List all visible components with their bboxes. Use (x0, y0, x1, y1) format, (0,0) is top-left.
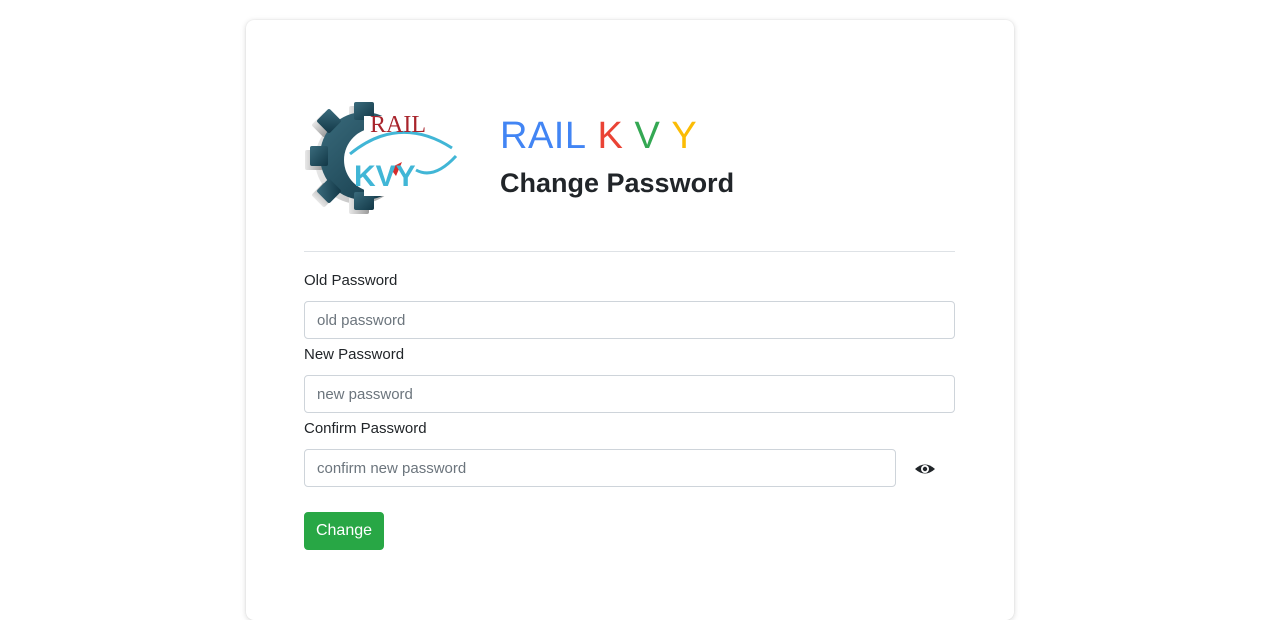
old-password-input[interactable] (304, 301, 955, 339)
change-button[interactable]: Change (304, 512, 384, 550)
gear-logo-icon: RAIL KVY (305, 102, 460, 214)
svg-text:KVY: KVY (354, 160, 416, 193)
page-title: Change Password (500, 168, 735, 198)
eye-icon[interactable] (914, 460, 936, 478)
svg-text:RAIL: RAIL (370, 112, 426, 138)
brand-part-y: Y (671, 115, 698, 157)
brand-part-v: V (634, 115, 661, 157)
brand-part-rail: RAIL (500, 115, 587, 157)
header-divider (304, 251, 955, 252)
brand-part-k: K (597, 115, 624, 157)
rail-kvy-logo: RAIL KVY (304, 96, 460, 220)
new-password-label: New Password (304, 346, 405, 363)
new-password-input[interactable] (304, 375, 955, 413)
confirm-password-input[interactable] (304, 449, 896, 487)
old-password-label: Old Password (304, 272, 398, 289)
confirm-password-label: Confirm Password (304, 420, 427, 437)
brand-title: RAIL K V Y (500, 114, 697, 158)
change-password-card: RAIL KVY RAIL K V Y Change Password Old … (246, 20, 1014, 620)
